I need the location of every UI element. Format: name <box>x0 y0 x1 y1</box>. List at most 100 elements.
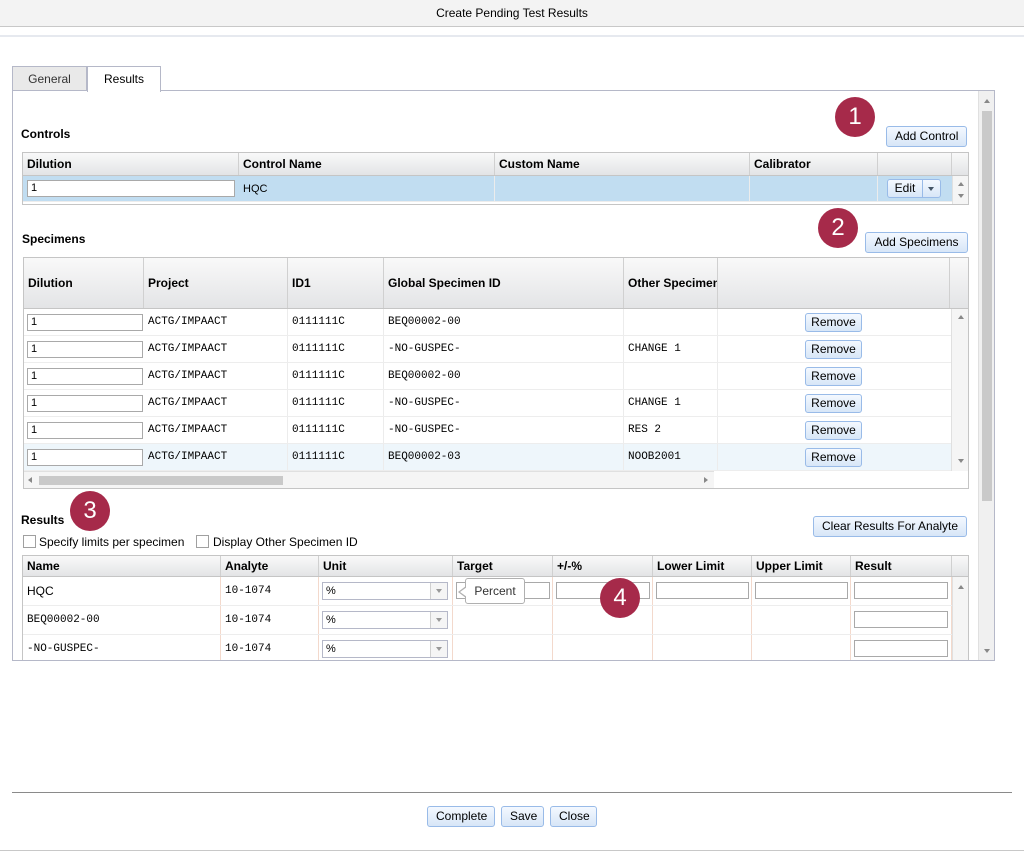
specimen-id1-cell: 0111111C <box>288 444 384 470</box>
edit-button[interactable]: Edit <box>887 179 923 198</box>
specimen-id1-cell: 0111111C <box>288 336 384 362</box>
col-analyte[interactable]: Analyte <box>221 556 319 576</box>
col-lower-limit[interactable]: Lower Limit <box>653 556 752 576</box>
panel-scrollbar[interactable] <box>978 91 994 660</box>
specify-limits-checkbox[interactable] <box>23 535 36 548</box>
specimens-hscroll[interactable] <box>24 471 714 488</box>
add-specimens-button[interactable]: Add Specimens <box>865 232 968 253</box>
tab-general[interactable]: General <box>12 66 87 91</box>
result-row[interactable]: BEQ00002-00 10-1074% <box>23 606 952 635</box>
lower-limit-input[interactable] <box>656 582 749 599</box>
specimen-row[interactable]: 1 ACTG/IMPAACT 0111111C BEQ00002-03 NOOB2001… <box>24 444 951 471</box>
clear-results-button[interactable]: Clear Results For Analyte <box>813 516 967 537</box>
result-value-cell <box>851 577 952 605</box>
scroll-down-icon[interactable] <box>984 649 990 653</box>
col-custom-name[interactable]: Custom Name <box>495 153 750 175</box>
scroll-down-icon[interactable] <box>958 194 964 198</box>
col-control-name[interactable]: Control Name <box>239 153 495 175</box>
scroll-up-icon[interactable] <box>958 585 964 589</box>
result-row[interactable]: -NO-GUSPEC- 10-1074% <box>23 635 952 660</box>
specimen-dilution-input[interactable]: 1 <box>27 314 143 331</box>
upper-limit-input[interactable] <box>755 582 848 599</box>
specimen-row[interactable]: 1 ACTG/IMPAACT 0111111C BEQ00002-00 Remove <box>24 363 951 390</box>
col-unit[interactable]: Unit <box>319 556 453 576</box>
remove-button[interactable]: Remove <box>805 394 862 413</box>
hscroll-thumb[interactable] <box>39 476 283 485</box>
specimen-gsid-cell: -NO-GUSPEC- <box>384 336 624 362</box>
col-global-specimen-id[interactable]: Global Specimen ID <box>384 258 624 308</box>
add-control-button[interactable]: Add Control <box>886 126 967 147</box>
specimen-id1-cell: 0111111C <box>288 363 384 389</box>
remove-button[interactable]: Remove <box>805 421 862 440</box>
chevron-down-icon[interactable] <box>430 612 447 628</box>
scroll-up-icon[interactable] <box>958 315 964 319</box>
specimen-row[interactable]: 1 ACTG/IMPAACT 0111111C BEQ00002-00 Remove <box>24 309 951 336</box>
result-input[interactable] <box>854 582 948 599</box>
specimen-dilution-input[interactable]: 1 <box>27 449 143 466</box>
col-calibrator[interactable]: Calibrator <box>750 153 878 175</box>
col-name[interactable]: Name <box>23 556 221 576</box>
edit-menu-button[interactable] <box>922 179 941 198</box>
scroll-right-icon[interactable] <box>704 477 708 483</box>
result-lower-cell <box>653 635 752 660</box>
specimen-dilution-input[interactable]: 1 <box>27 395 143 412</box>
complete-button[interactable]: Complete <box>427 806 495 827</box>
col-project[interactable]: Project <box>144 258 288 308</box>
control-name-cell: HQC <box>239 176 495 201</box>
chevron-down-icon[interactable] <box>430 641 447 657</box>
result-input[interactable] <box>854 640 948 657</box>
specimen-dilution-input[interactable]: 1 <box>27 422 143 439</box>
control-dilution-input[interactable]: 1 <box>27 180 235 197</box>
unit-select[interactable]: % <box>322 582 448 600</box>
scroll-down-icon[interactable] <box>958 459 964 463</box>
specimen-project-cell: ACTG/IMPAACT <box>144 336 288 362</box>
remove-button[interactable]: Remove <box>805 367 862 386</box>
specimen-row[interactable]: 1 ACTG/IMPAACT 0111111C -NO-GUSPEC- RES 2 Rem… <box>24 417 951 444</box>
remove-button[interactable]: Remove <box>805 340 862 359</box>
specimen-gsid-cell: BEQ00002-00 <box>384 363 624 389</box>
specimen-other-cell <box>624 363 718 389</box>
result-percent-cell <box>553 635 653 660</box>
result-upper-cell <box>752 635 851 660</box>
specimen-other-cell: CHANGE 1 <box>624 390 718 416</box>
specimen-project-cell: ACTG/IMPAACT <box>144 444 288 470</box>
unit-select[interactable]: % <box>322 611 448 629</box>
save-button[interactable]: Save <box>501 806 544 827</box>
col-other-specimen[interactable]: Other Specimen <box>624 258 718 308</box>
controls-scrollbar[interactable] <box>952 176 968 204</box>
remove-button[interactable]: Remove <box>805 313 862 332</box>
panel-scroll-thumb[interactable] <box>982 111 992 501</box>
specimen-row[interactable]: 1 ACTG/IMPAACT 0111111C -NO-GUSPEC- CHANGE 1… <box>24 336 951 363</box>
specimen-row[interactable]: 1 ACTG/IMPAACT 0111111C -NO-GUSPEC- CHANGE 1… <box>24 390 951 417</box>
specimens-title: Specimens <box>22 232 86 246</box>
col-percent[interactable]: +/-% <box>553 556 653 576</box>
result-lower-cell <box>653 606 752 634</box>
result-analyte-cell: 10-1074 <box>221 606 319 634</box>
col-result[interactable]: Result <box>851 556 952 576</box>
display-other-checkbox[interactable] <box>196 535 209 548</box>
tab-results[interactable]: Results <box>87 66 161 92</box>
unit-select-value: % <box>326 643 336 655</box>
calibrator-cell <box>750 176 878 201</box>
specimens-vscroll[interactable] <box>951 309 968 471</box>
specimen-dilution-input[interactable]: 1 <box>27 368 143 385</box>
result-value-cell <box>851 606 952 634</box>
chevron-down-icon[interactable] <box>430 583 447 599</box>
close-button[interactable]: Close <box>550 806 597 827</box>
col-dilution[interactable]: Dilution <box>23 153 239 175</box>
callout-badge-1: 1 <box>835 97 875 137</box>
specimen-dilution-input[interactable]: 1 <box>27 341 143 358</box>
results-vscroll[interactable] <box>952 577 968 660</box>
control-row[interactable]: 1 HQC Edit <box>23 176 952 202</box>
col-id1[interactable]: ID1 <box>288 258 384 308</box>
col-dilution[interactable]: Dilution <box>24 258 144 308</box>
scroll-up-icon[interactable] <box>958 182 964 186</box>
scroll-left-icon[interactable] <box>28 477 32 483</box>
scroll-up-icon[interactable] <box>984 99 990 103</box>
col-upper-limit[interactable]: Upper Limit <box>752 556 851 576</box>
result-input[interactable] <box>854 611 948 628</box>
col-target[interactable]: Target <box>453 556 553 576</box>
remove-button[interactable]: Remove <box>805 448 862 467</box>
unit-select[interactable]: % <box>322 640 448 658</box>
callout-badge-2: 2 <box>818 208 858 248</box>
